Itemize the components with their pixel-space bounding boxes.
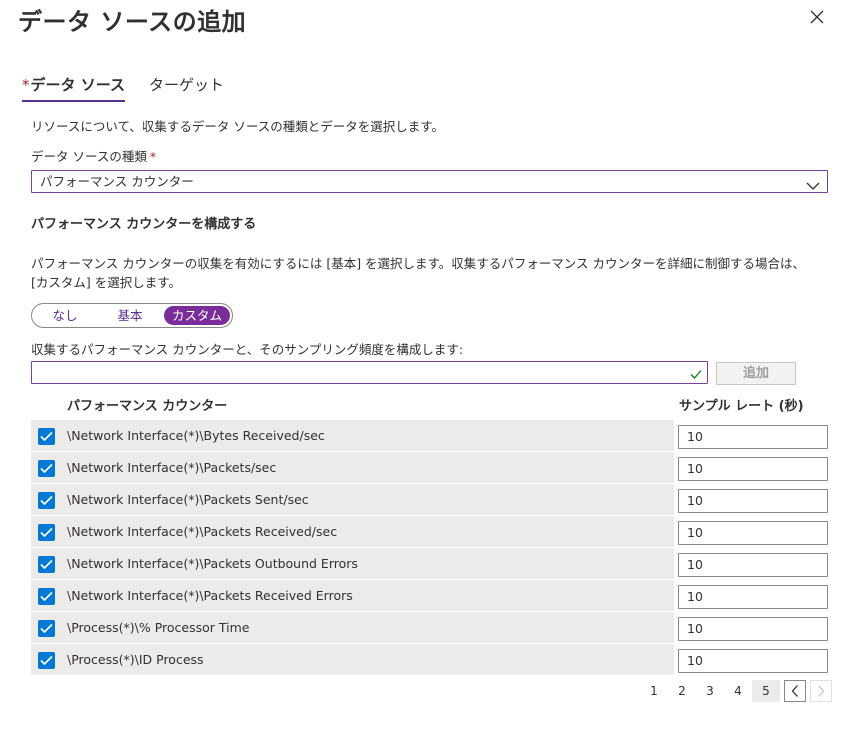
sample-rate-input[interactable]: 10 xyxy=(678,457,828,481)
table-row: \Network Interface(*)\Packets Sent/sec 1… xyxy=(31,484,828,516)
counter-name: \Network Interface(*)\Packets Received/s… xyxy=(67,524,338,539)
table-row: \Network Interface(*)\Bytes Received/sec… xyxy=(31,420,828,452)
counter-name: \Process(*)\ID Process xyxy=(67,652,204,667)
table-row: \Network Interface(*)\Packets Received E… xyxy=(31,580,828,612)
tab-target-label: ターゲット xyxy=(148,76,224,94)
row-checkbox[interactable] xyxy=(38,652,55,669)
counter-name: \Network Interface(*)\Packets Outbound E… xyxy=(67,556,358,571)
tab-data-source[interactable]: *データ ソース xyxy=(22,74,125,102)
row-checkbox[interactable] xyxy=(38,492,55,509)
configure-description: パフォーマンス カウンターの収集を有効にするには [基本] を選択します。収集す… xyxy=(31,256,806,290)
counter-name: \Network Interface(*)\Bytes Received/sec xyxy=(67,428,325,443)
table-row: \Network Interface(*)\Packets Outbound E… xyxy=(31,548,828,580)
counter-name: \Network Interface(*)\Packets Received E… xyxy=(67,588,353,603)
column-header-rate: サンプル レート (秒) xyxy=(679,399,804,414)
chevron-down-icon xyxy=(806,176,820,197)
page-2[interactable]: 2 xyxy=(668,680,696,702)
intro-text: リソースについて、収集するデータ ソースの種類とデータを選択します。 xyxy=(31,119,444,134)
toggle-option-basic[interactable]: 基本 xyxy=(96,306,164,325)
section-title: パフォーマンス カウンターを構成する xyxy=(31,217,257,232)
chevron-left-icon xyxy=(791,685,798,697)
rate-cell: 10 xyxy=(674,516,828,548)
chevron-right-icon xyxy=(818,685,825,697)
data-source-type-select[interactable]: パフォーマンス カウンター xyxy=(31,170,828,193)
toggle-option-custom[interactable]: カスタム xyxy=(164,306,230,325)
sample-rate-input[interactable]: 10 xyxy=(678,585,828,609)
row-checkbox[interactable] xyxy=(38,588,55,605)
data-source-type-label-text: データ ソースの種類 xyxy=(31,149,147,164)
counter-table: \Network Interface(*)\Bytes Received/sec… xyxy=(31,420,828,676)
row-checkbox[interactable] xyxy=(38,620,55,637)
table-row: \Process(*)\% Processor Time 10 xyxy=(31,612,828,644)
sample-rate-input[interactable]: 10 xyxy=(678,649,828,673)
sample-rate-input[interactable]: 10 xyxy=(678,553,828,577)
panel-title: データ ソースの追加 xyxy=(18,8,247,36)
sample-rate-input[interactable]: 10 xyxy=(678,521,828,545)
rate-cell: 10 xyxy=(674,612,828,644)
toggle-option-none[interactable]: なし xyxy=(34,306,96,325)
data-source-type-value: パフォーマンス カウンター xyxy=(40,174,194,189)
page-1[interactable]: 1 xyxy=(640,680,668,702)
add-button[interactable]: 追加 xyxy=(716,362,796,385)
sample-rate-input[interactable]: 10 xyxy=(678,425,828,449)
counter-name: \Network Interface(*)\Packets Sent/sec xyxy=(67,492,309,507)
checkmark-icon xyxy=(689,366,703,385)
counter-name: \Process(*)\% Processor Time xyxy=(67,620,250,635)
rate-cell: 10 xyxy=(674,420,828,452)
row-checkbox[interactable] xyxy=(38,460,55,477)
sampling-text: 収集するパフォーマンス カウンターと、そのサンプリング頻度を構成します: xyxy=(31,342,464,357)
rate-cell: 10 xyxy=(674,580,828,612)
collection-mode-toggle: なし 基本 カスタム xyxy=(31,303,233,328)
rate-cell: 10 xyxy=(674,644,828,676)
rate-cell: 10 xyxy=(674,484,828,516)
table-row: \Process(*)\ID Process 10 xyxy=(31,644,828,676)
data-source-type-label: データ ソースの種類 * xyxy=(31,146,156,165)
required-mark: * xyxy=(149,149,157,164)
page-4[interactable]: 4 xyxy=(724,680,752,702)
pagination: 1 2 3 4 5 xyxy=(640,680,832,702)
page-3[interactable]: 3 xyxy=(696,680,724,702)
row-checkbox[interactable] xyxy=(38,524,55,541)
prev-page-button[interactable] xyxy=(784,680,806,702)
rate-cell: 10 xyxy=(674,548,828,580)
counter-name: \Network Interface(*)\Packets/sec xyxy=(67,460,277,475)
column-header-counter: パフォーマンス カウンター xyxy=(67,399,228,414)
table-row: \Network Interface(*)\Packets Received/s… xyxy=(31,516,828,548)
sample-rate-input[interactable]: 10 xyxy=(678,489,828,513)
counter-input[interactable] xyxy=(31,361,708,384)
tab-bar: *データ ソース ターゲット xyxy=(22,74,248,104)
tab-data-source-label: データ ソース xyxy=(30,76,125,94)
next-page-button[interactable] xyxy=(810,680,832,702)
close-icon[interactable] xyxy=(806,6,828,28)
page-5[interactable]: 5 xyxy=(752,680,780,702)
required-mark: * xyxy=(22,76,30,94)
row-checkbox[interactable] xyxy=(38,556,55,573)
table-row: \Network Interface(*)\Packets/sec 10 xyxy=(31,452,828,484)
rate-cell: 10 xyxy=(674,452,828,484)
sample-rate-input[interactable]: 10 xyxy=(678,617,828,641)
tab-target[interactable]: ターゲット xyxy=(149,74,224,102)
row-checkbox[interactable] xyxy=(38,428,55,445)
